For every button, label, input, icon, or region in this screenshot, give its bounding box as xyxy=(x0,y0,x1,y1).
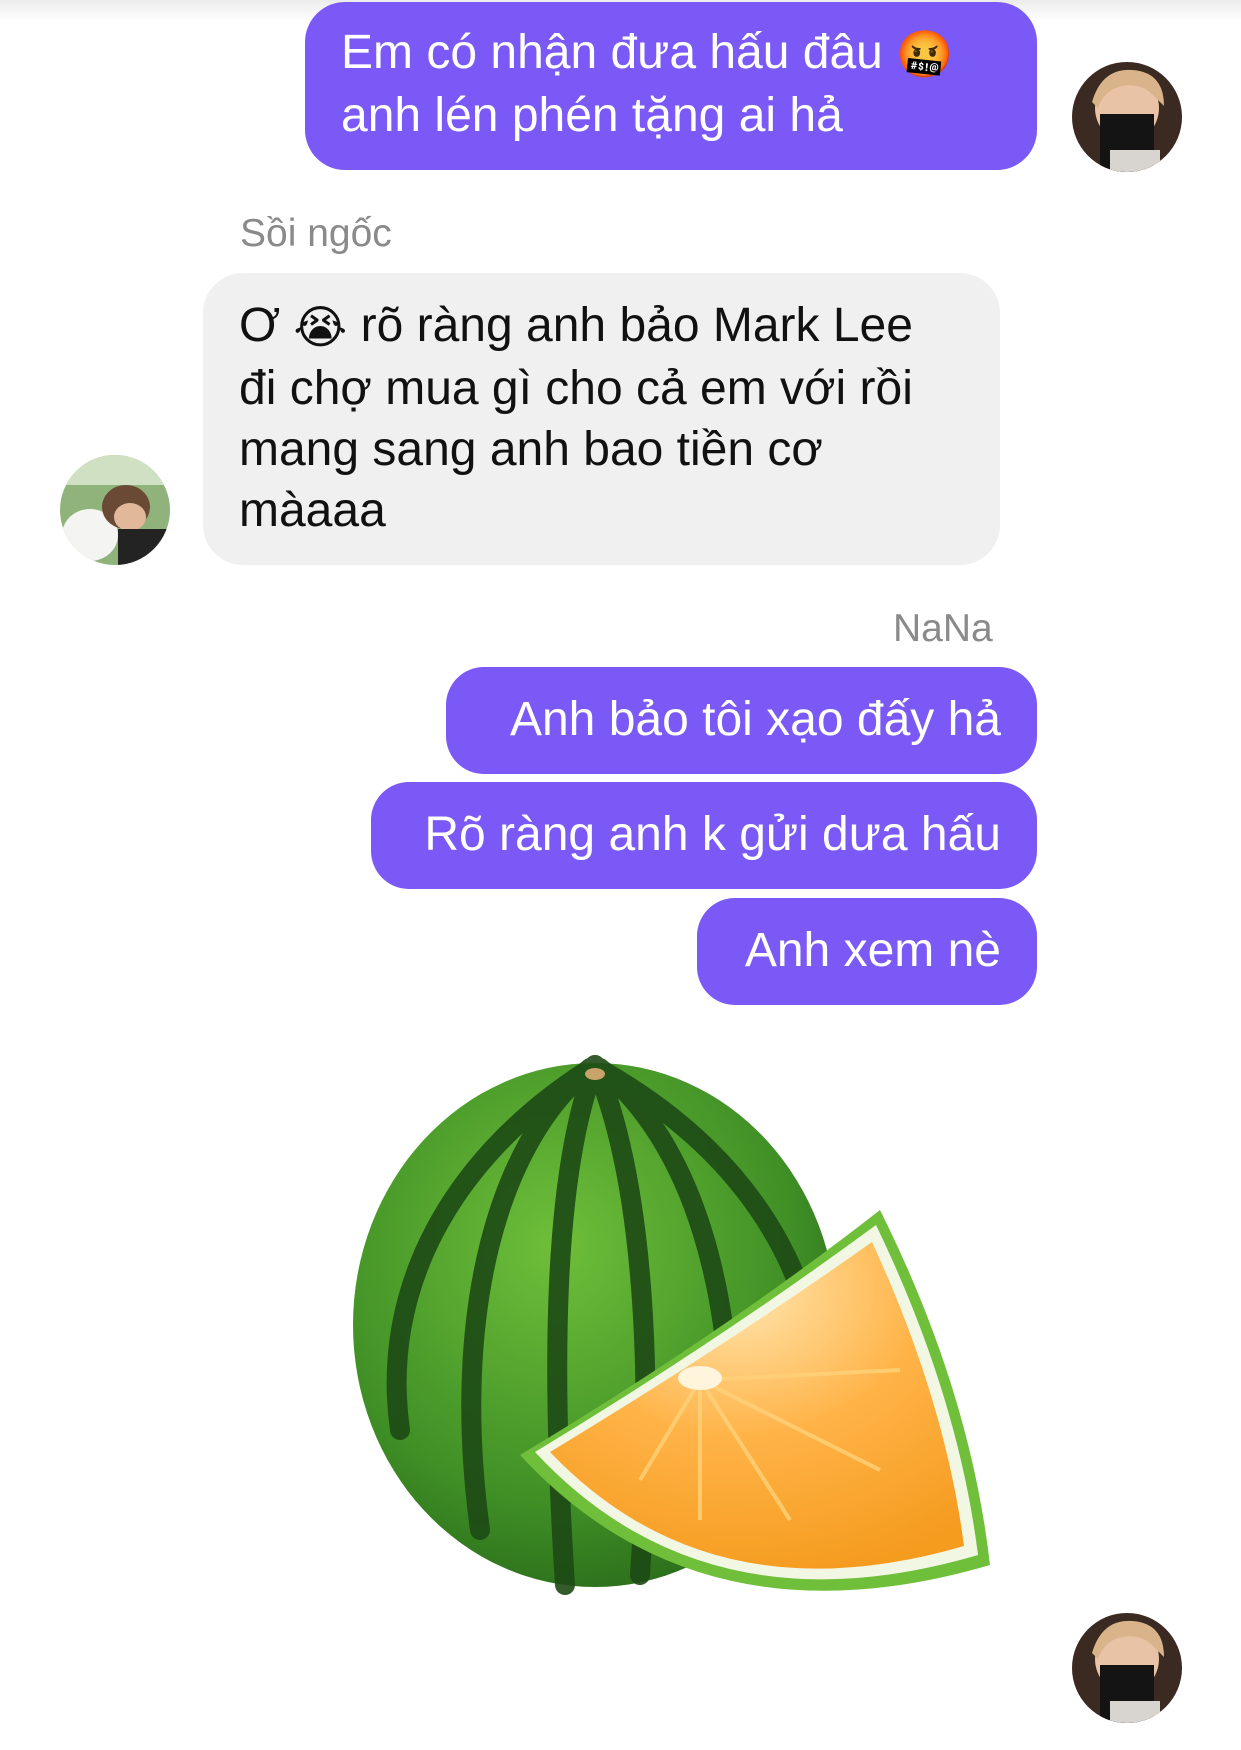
message-text-line: màaaa xyxy=(239,484,386,537)
message-bubble-incoming[interactable]: Ơ 😭 rõ ràng anh bảo Mark Lee đi chợ mua … xyxy=(203,273,1000,565)
watermelon-orange-photo[interactable] xyxy=(340,1050,1040,1670)
message-text: rõ ràng anh bảo Mark Lee xyxy=(360,299,913,352)
message-text-line: anh lén phén tặng ai hả xyxy=(341,89,843,142)
message-text: Em có nhận đưa hấu đâu xyxy=(341,26,883,79)
message-text: Anh xem nè xyxy=(744,924,1001,977)
message-bubble-outgoing[interactable]: Anh bảo tôi xạo đấy hả xyxy=(446,667,1037,774)
message-text-line: đi chợ mua gì cho cả em với rồi xyxy=(239,362,913,415)
message-text: Anh bảo tôi xạo đấy hả xyxy=(509,693,1001,746)
crying-emoji-icon: 😭 xyxy=(293,300,348,354)
message-text: Rõ ràng anh k gửi dưa hấu xyxy=(424,808,1001,861)
message-bubble-outgoing[interactable]: Anh xem nè xyxy=(697,898,1037,1005)
avatar-soi-ngoc[interactable] xyxy=(60,455,170,565)
sender-name: NaNa xyxy=(893,607,993,650)
angry-emoji-icon: 🤬 xyxy=(896,27,954,81)
message-bubble-outgoing[interactable]: Rõ ràng anh k gửi dưa hấu xyxy=(371,782,1037,889)
message-text-line: mang sang anh bao tiền cơ xyxy=(239,423,823,476)
message-text: Ơ xyxy=(239,299,281,352)
message-bubble-outgoing[interactable]: Em có nhận đưa hấu đâu 🤬 anh lén phén tặ… xyxy=(305,2,1037,170)
avatar-me[interactable] xyxy=(1072,1613,1182,1723)
sender-name: Sồi ngốc xyxy=(240,212,392,255)
avatar-me[interactable] xyxy=(1072,62,1182,172)
